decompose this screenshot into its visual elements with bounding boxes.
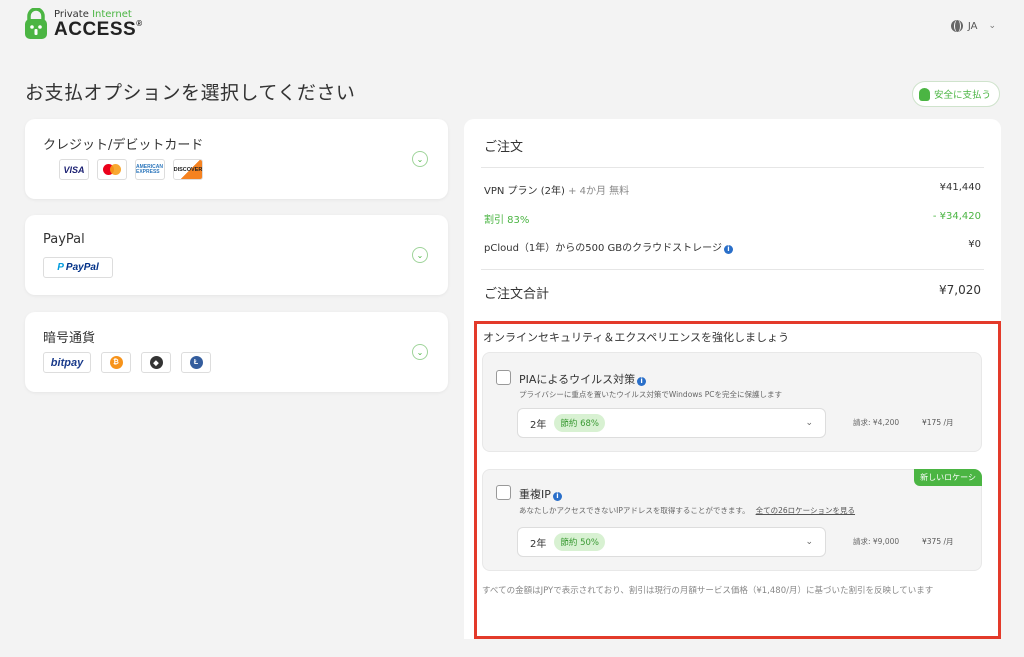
savings-badge: 節約 68% [554,414,605,432]
discover-logo: DISCOVER [173,159,203,180]
order-total-amount: ¥7,020 [939,283,981,297]
antivirus-plan-select[interactable]: 2年 節約 68% ⌄ [517,408,826,438]
mastercard-logo [97,159,127,180]
addon-title: 重複IP i [519,486,562,502]
globe-icon [950,20,963,32]
bitcoin-icon: ₿ [101,352,131,373]
divider [481,269,984,270]
language-label: JA [967,20,978,32]
visa-logo: VISA [59,159,89,180]
language-selector[interactable]: JA ⌄ [950,20,996,32]
addons-heading: オンラインセキュリティ＆エクスペリエンスを強化しましょう [483,331,790,344]
all-locations-link[interactable]: 全ての26ロケーションを見る [756,506,855,515]
info-icon[interactable]: i [723,245,733,254]
payment-option-card[interactable]: クレジット/デビットカード VISA AMERICAN EXPRESS DISC… [25,119,448,199]
paypal-logo: P PayPal [43,257,113,278]
info-icon[interactable]: i [552,492,562,501]
amex-logo: AMERICAN EXPRESS [135,159,165,180]
antivirus-checkbox[interactable] [496,370,511,385]
ethereum-icon: ◆ [141,352,171,373]
addon-description: プライバシーに重点を置いたウイルス対策でWindows PCを完全に保護します [519,390,782,399]
order-row-discount: 割引 83% - ¥34,420 [484,211,981,226]
addon-dedicated-ip: 新しいロケーシ 重複IP i あなたしかアクセスできないIPアドレスを取得すること… [482,469,982,571]
chevron-down-icon: ⌄ [805,537,813,547]
chevron-down-icon[interactable]: ⌄ [412,344,428,360]
order-title: ご注文 [484,140,524,155]
payment-option-crypto[interactable]: 暗号通貨 bitpay ₿ ◆ Ł ⌄ [25,312,448,392]
order-row-vpn: VPN プラン (2年) + 4か月 無料 ¥41,440 [484,182,981,197]
order-total-label: ご注文合計 [484,287,550,302]
dedicated-ip-plan-select[interactable]: 2年 節約 50% ⌄ [517,527,826,557]
billed-amount: 請求: ¥9,000 [853,537,900,546]
dedicated-ip-checkbox[interactable] [496,485,511,500]
lock-icon [918,87,930,101]
payment-option-label: クレジット/デビットカード [43,138,204,153]
payment-option-label: PayPal [43,232,85,247]
pricing-footnote: すべての金額はJPYで表示されており、割引は現行の月額サービス価格（¥1,480… [482,586,934,596]
order-amount: - ¥34,420 [932,211,981,222]
payment-option-label: 暗号通貨 [43,331,96,346]
info-icon[interactable]: i [637,377,647,386]
bitpay-logo: bitpay [43,352,91,373]
chevron-down-icon: ⌄ [805,418,813,428]
order-amount: ¥41,440 [939,182,981,193]
secure-payment-badge: 安全に支払う [911,81,1000,107]
plan-period: 2年 [530,419,547,431]
addon-antivirus: PIAによるウイルス対策 i プライバシーに重点を置いたウイルス対策でWindow… [482,352,982,452]
plan-period: 2年 [530,538,547,550]
order-amount: ¥0 [968,239,981,250]
logo-wordmark: ACCESS® [54,18,143,40]
litecoin-icon: Ł [181,352,211,373]
page-title: お支払オプションを選択してください [25,82,356,104]
order-total-row: ご注文合計 ¥7,020 [484,283,981,302]
savings-badge: 節約 50% [554,533,605,551]
lock-logo-icon [24,8,48,40]
divider [481,167,984,168]
order-row-pcloud: pCloud（1年）からの500 GBのクラウドストレージ i ¥0 [484,239,981,254]
chevron-down-icon[interactable]: ⌄ [412,151,428,167]
addon-description: あなたしかアクセスできないIPアドレスを取得することができます。 全ての26ロケー… [519,506,856,515]
billed-amount: 請求: ¥4,200 [853,418,900,427]
payment-option-paypal[interactable]: PayPal P PayPal ⌄ [25,215,448,295]
new-locations-tag: 新しいロケーシ [914,469,982,486]
addon-title: PIAによるウイルス対策 i [519,371,647,387]
secure-payment-label: 安全に支払う [933,90,991,101]
pia-logo[interactable]: Private Internet ACCESS® [24,8,143,40]
monthly-price: ¥175 /月 [922,418,954,427]
chevron-down-icon[interactable]: ⌄ [412,247,428,263]
monthly-price: ¥375 /月 [922,537,954,546]
chevron-down-icon: ⌄ [988,21,996,31]
